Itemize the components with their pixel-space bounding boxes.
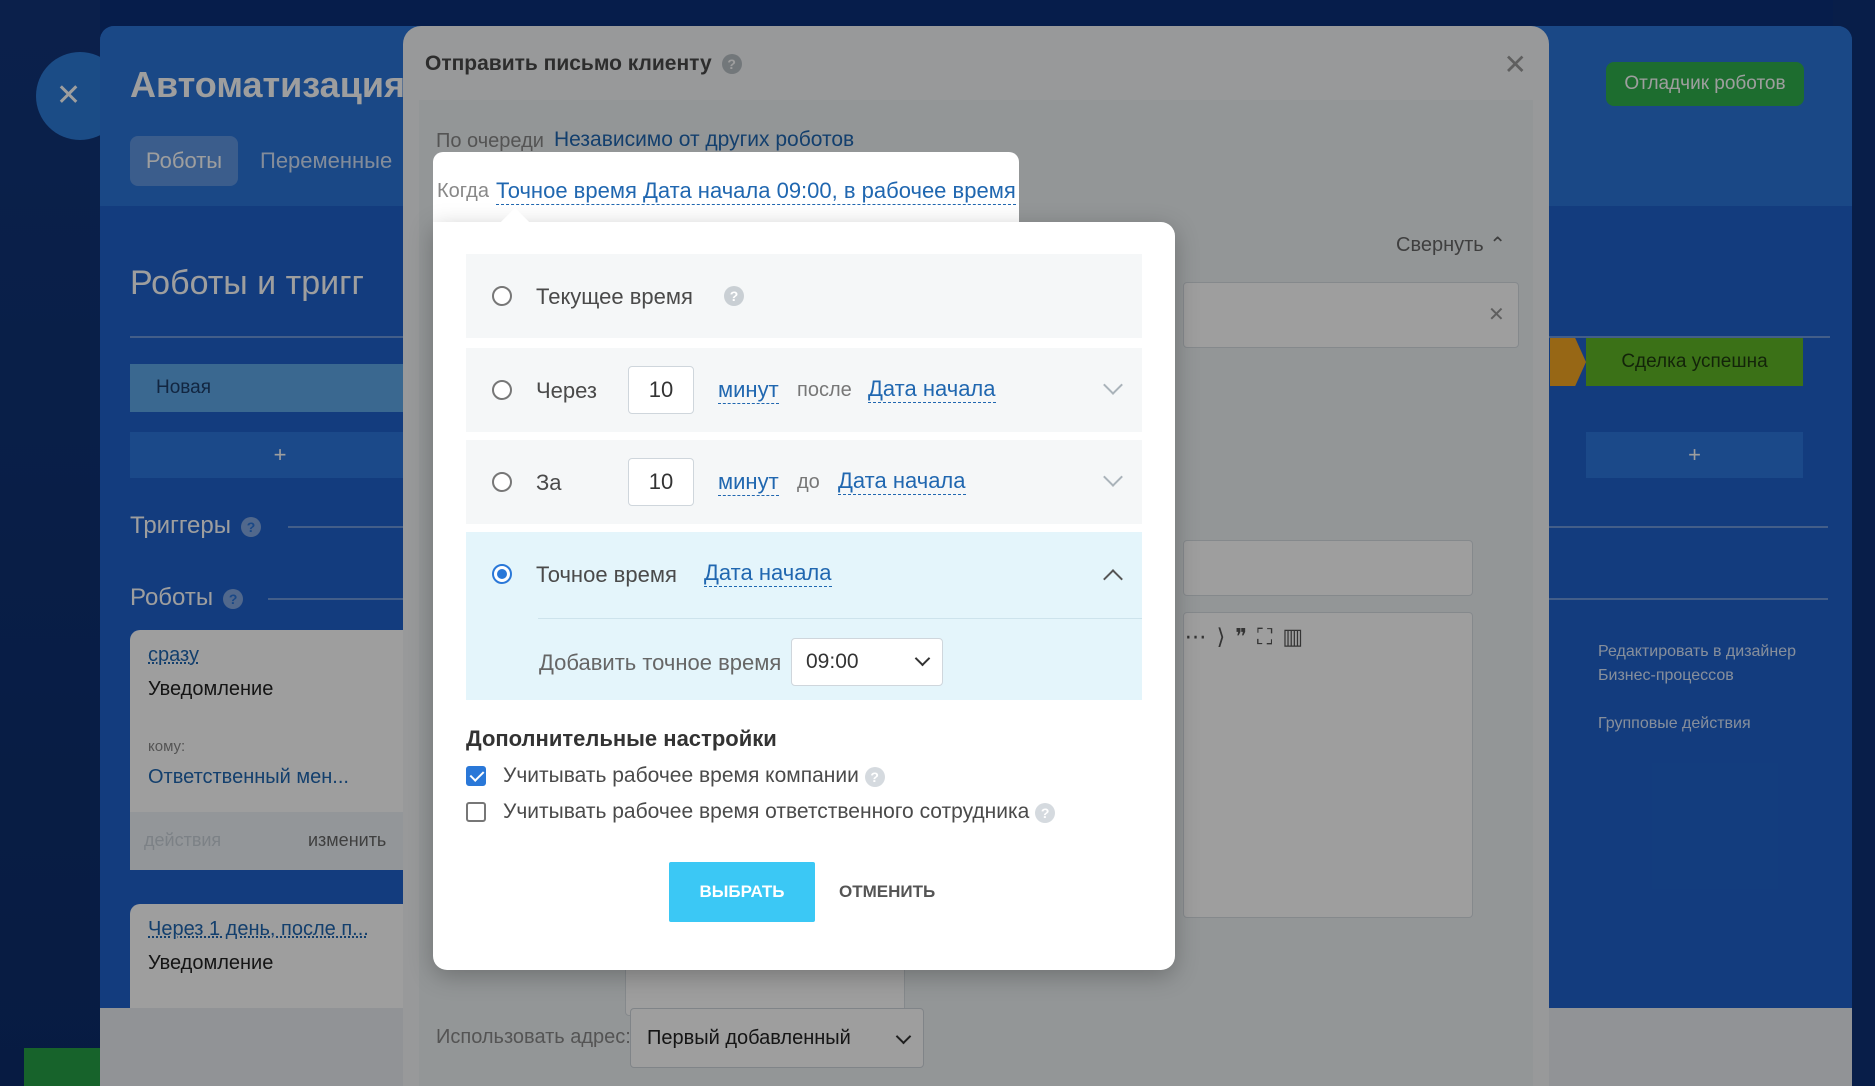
chevron-down-icon[interactable] bbox=[1103, 375, 1123, 395]
before-amount-input[interactable]: 10 bbox=[628, 458, 694, 506]
radio-exact-time[interactable] bbox=[492, 564, 512, 584]
exact-time-select[interactable]: 09:00 bbox=[791, 638, 943, 686]
company-hours-text: Учитывать рабочее время компании bbox=[503, 764, 859, 787]
help-icon[interactable]: ? bbox=[724, 286, 744, 306]
option-current-time-label: Текущее время bbox=[536, 284, 693, 309]
exact-divider bbox=[538, 618, 1142, 619]
checkbox-company-hours[interactable] bbox=[466, 766, 486, 786]
before-field-link[interactable]: Дата начала bbox=[838, 468, 966, 495]
advanced-settings-title: Дополнительные настройки bbox=[466, 726, 777, 751]
chevron-down-icon[interactable] bbox=[1103, 467, 1123, 487]
help-icon[interactable]: ? bbox=[1035, 803, 1056, 823]
before-unit-link[interactable]: минут bbox=[718, 469, 779, 496]
option-after[interactable]: Через 10 минут после Дата начала bbox=[466, 348, 1142, 432]
radio-before[interactable] bbox=[492, 472, 512, 492]
radio-current-time[interactable] bbox=[492, 286, 512, 306]
when-value-link[interactable]: Точное время Дата начала 09:00, в рабоче… bbox=[496, 178, 1016, 205]
after-unit-link[interactable]: минут bbox=[718, 377, 779, 404]
exact-field-link[interactable]: Дата начала bbox=[704, 560, 832, 587]
option-after-label: Через bbox=[536, 378, 597, 403]
help-icon[interactable]: ? bbox=[864, 767, 885, 787]
select-button[interactable]: ВЫБРАТЬ bbox=[669, 862, 815, 922]
company-hours-label: Учитывать рабочее время компании ? bbox=[503, 764, 885, 788]
after-field-link[interactable]: Дата начала bbox=[868, 376, 996, 403]
cancel-button[interactable]: ОТМЕНИТЬ bbox=[827, 862, 947, 922]
delay-popup: Текущее время ? Через 10 минут после Дат… bbox=[433, 207, 1175, 970]
option-before[interactable]: За 10 минут до Дата начала bbox=[466, 440, 1142, 524]
chevron-up-icon[interactable] bbox=[1103, 569, 1123, 589]
option-exact-time-label: Точное время bbox=[536, 562, 677, 587]
checkbox-employee-hours[interactable] bbox=[466, 802, 486, 822]
before-relation: до bbox=[797, 471, 820, 493]
option-before-label: За bbox=[536, 470, 562, 495]
after-amount-input[interactable]: 10 bbox=[628, 366, 694, 414]
add-exact-time-label: Добавить точное время bbox=[539, 650, 782, 675]
option-current-time[interactable]: Текущее время ? bbox=[466, 254, 1142, 338]
employee-hours-label: Учитывать рабочее время ответственного с… bbox=[503, 800, 1056, 824]
exact-time-value: 09:00 bbox=[806, 650, 859, 673]
radio-after[interactable] bbox=[492, 380, 512, 400]
when-setting: Когда Точное время Дата начала 09:00, в … bbox=[433, 152, 1019, 222]
chevron-down-icon bbox=[914, 650, 931, 667]
employee-hours-text: Учитывать рабочее время ответственного с… bbox=[503, 800, 1030, 823]
when-label: Когда bbox=[437, 180, 489, 202]
option-exact-time[interactable]: Точное время Дата начала Добавить точное… bbox=[466, 532, 1142, 700]
after-relation: после bbox=[797, 379, 852, 401]
